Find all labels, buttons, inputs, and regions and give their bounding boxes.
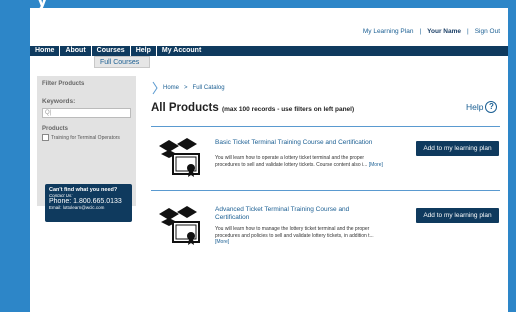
terminal-operators-checkbox[interactable]: Training for Terminal Operators [42, 134, 120, 141]
product-description-text: You will learn how to operate a lottery … [215, 155, 368, 168]
nav-help[interactable]: Help [131, 46, 157, 56]
checkbox-label: Training for Terminal Operators [51, 134, 120, 141]
nav-home[interactable]: Home [30, 46, 61, 56]
product-description: You will learn how to operate a lottery … [215, 155, 385, 168]
page-title-text: All Products [151, 102, 219, 114]
product-item: Advanced Ticket Terminal Training Course… [151, 190, 500, 260]
add-to-learning-plan-button[interactable]: Add to my learning plan [416, 141, 499, 156]
help-link[interactable]: Help ? [466, 101, 498, 113]
separator: | [467, 28, 469, 35]
page-container: My Learning Plan | Your Name | Sign Out … [30, 8, 508, 312]
filter-title: Filter Products [42, 81, 85, 87]
keywords-search-input[interactable]: Q| [42, 108, 131, 118]
filter-sidebar: Filter Products Keywords: Q| Products Tr… [37, 76, 136, 222]
breadcrumb-arrow-icon [152, 81, 158, 95]
keywords-label: Keywords: [42, 98, 76, 105]
product-item: Basic Ticket Terminal Training Course an… [151, 126, 500, 188]
products-label: Products [42, 126, 69, 132]
sign-out-link[interactable]: Sign Out [475, 28, 500, 35]
nav-my-account[interactable]: My Account [157, 46, 206, 56]
certificate-icon [159, 206, 200, 245]
more-link[interactable]: [More] [215, 239, 229, 245]
question-icon[interactable]: ? [485, 101, 498, 113]
email-address[interactable]: Email: lottolearn@wclc.com [49, 205, 128, 210]
checkbox-box[interactable] [42, 134, 49, 141]
breadcrumb: Home > Full Catalog [152, 81, 225, 95]
help-link-label[interactable]: Help [466, 102, 483, 112]
product-title-link[interactable]: Advanced Ticket Terminal Training Course… [215, 206, 385, 222]
breadcrumb-home[interactable]: Home [163, 85, 179, 91]
user-name: Your Name [427, 28, 461, 35]
top-banner: y [0, 0, 516, 11]
breadcrumb-current: Full Catalog [192, 85, 225, 91]
contact-help-box: Can't find what you need? Contact Us: Ph… [45, 184, 132, 222]
page-title: All Products (max 100 records - use filt… [151, 102, 354, 114]
breadcrumb-separator: > [184, 85, 188, 91]
phone-number: Phone: 1.800.665.0133 [49, 198, 122, 205]
add-to-learning-plan-button[interactable]: Add to my learning plan [416, 208, 499, 223]
separator: | [419, 28, 422, 35]
main-nav: Home About Courses Help My Account [30, 46, 508, 56]
more-link[interactable]: [More] [369, 162, 383, 168]
my-learning-plan-link[interactable]: My Learning Plan [363, 28, 414, 35]
nav-about[interactable]: About [60, 46, 92, 56]
product-description-text: You will learn how to manage the lottery… [215, 226, 374, 239]
certificate-icon [159, 138, 200, 177]
page-subtitle: (max 100 records - use filters on left p… [221, 106, 355, 113]
nav-courses[interactable]: Courses [91, 46, 131, 56]
dropdown-full-courses[interactable]: Full Courses [94, 56, 150, 68]
product-title-link[interactable]: Basic Ticket Terminal Training Course an… [215, 139, 385, 147]
product-description: You will learn how to manage the lottery… [215, 226, 385, 246]
user-nav: My Learning Plan | Your Name | Sign Out [363, 28, 500, 35]
